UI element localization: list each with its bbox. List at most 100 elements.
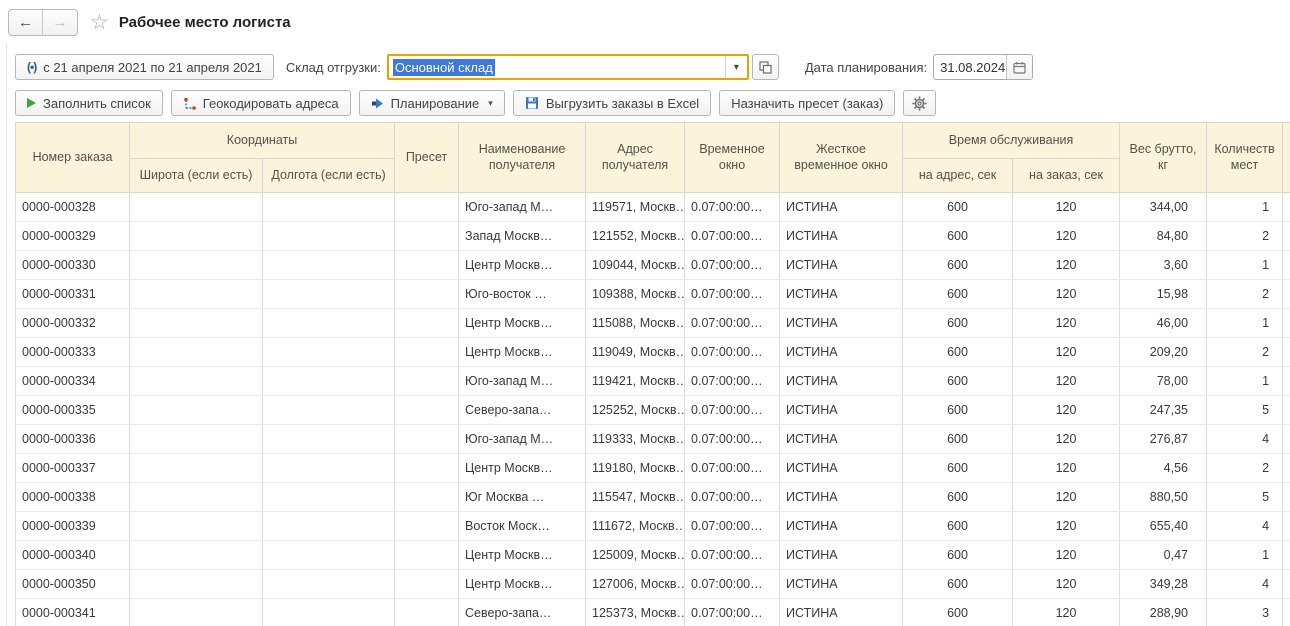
cell-latitude[interactable]: [130, 541, 263, 570]
cell-extra[interactable]: [1283, 338, 1290, 367]
cell-place-count[interactable]: 2: [1207, 338, 1283, 367]
cell-hard-time-window[interactable]: ИСТИНА: [780, 251, 903, 280]
cell-service-per-address[interactable]: 600: [903, 454, 1013, 483]
cell-order-number[interactable]: 0000-000328: [16, 193, 130, 222]
cell-place-count[interactable]: 3: [1207, 599, 1283, 626]
cell-time-window[interactable]: 0.07:00:00…: [685, 483, 780, 512]
cell-recipient-name[interactable]: Северо-запа…: [459, 396, 586, 425]
cell-hard-time-window[interactable]: ИСТИНА: [780, 193, 903, 222]
cell-hard-time-window[interactable]: ИСТИНА: [780, 483, 903, 512]
cell-service-per-address[interactable]: 600: [903, 512, 1013, 541]
cell-longitude[interactable]: [263, 599, 395, 626]
cell-order-number[interactable]: 0000-000335: [16, 396, 130, 425]
cell-gross-weight[interactable]: 3,60: [1120, 251, 1207, 280]
cell-service-per-order[interactable]: 120: [1013, 193, 1120, 222]
table-row[interactable]: 0000-000339 Восток Моск… 111672, Москв… …: [16, 512, 1290, 541]
geocode-button[interactable]: Геокодировать адреса: [171, 90, 351, 116]
cell-service-per-order[interactable]: 120: [1013, 367, 1120, 396]
cell-place-count[interactable]: 1: [1207, 541, 1283, 570]
cell-longitude[interactable]: [263, 425, 395, 454]
cell-order-number[interactable]: 0000-000333: [16, 338, 130, 367]
cell-order-number[interactable]: 0000-000330: [16, 251, 130, 280]
table-row[interactable]: 0000-000329 Запад Москв… 121552, Москв… …: [16, 222, 1290, 251]
cell-place-count[interactable]: 1: [1207, 251, 1283, 280]
cell-place-count[interactable]: 2: [1207, 222, 1283, 251]
cell-service-per-address[interactable]: 600: [903, 425, 1013, 454]
cell-place-count[interactable]: 2: [1207, 280, 1283, 309]
cell-gross-weight[interactable]: 276,87: [1120, 425, 1207, 454]
cell-extra[interactable]: [1283, 570, 1290, 599]
cell-recipient-address[interactable]: 127006, Москв…: [586, 570, 685, 599]
cell-recipient-name[interactable]: Центр Москв…: [459, 541, 586, 570]
cell-recipient-address[interactable]: 125009, Москв…: [586, 541, 685, 570]
cell-order-number[interactable]: 0000-000332: [16, 309, 130, 338]
cell-service-per-order[interactable]: 120: [1013, 512, 1120, 541]
cell-recipient-name[interactable]: Юго-запад М…: [459, 193, 586, 222]
period-button[interactable]: (•) с 21 апреля 2021 по 21 апреля 2021: [15, 54, 274, 80]
export-excel-button[interactable]: Выгрузить заказы в Excel: [513, 90, 711, 116]
cell-latitude[interactable]: [130, 338, 263, 367]
cell-preset[interactable]: [395, 222, 459, 251]
table-row[interactable]: 0000-000332 Центр Москв… 115088, Москв… …: [16, 309, 1290, 338]
cell-hard-time-window[interactable]: ИСТИНА: [780, 425, 903, 454]
cell-latitude[interactable]: [130, 251, 263, 280]
cell-place-count[interactable]: 2: [1207, 454, 1283, 483]
cell-recipient-name[interactable]: Юго-восток …: [459, 280, 586, 309]
cell-place-count[interactable]: 1: [1207, 309, 1283, 338]
cell-service-per-address[interactable]: 600: [903, 222, 1013, 251]
cell-longitude[interactable]: [263, 367, 395, 396]
cell-service-per-address[interactable]: 600: [903, 309, 1013, 338]
cell-preset[interactable]: [395, 483, 459, 512]
cell-longitude[interactable]: [263, 483, 395, 512]
cell-order-number[interactable]: 0000-000329: [16, 222, 130, 251]
cell-place-count[interactable]: 4: [1207, 425, 1283, 454]
cell-time-window[interactable]: 0.07:00:00…: [685, 570, 780, 599]
cell-place-count[interactable]: 4: [1207, 570, 1283, 599]
planning-button[interactable]: Планирование ▾: [359, 90, 505, 116]
cell-time-window[interactable]: 0.07:00:00…: [685, 512, 780, 541]
column-hard-time-window[interactable]: Жесткое временное окно: [780, 123, 903, 193]
cell-service-per-order[interactable]: 120: [1013, 222, 1120, 251]
cell-preset[interactable]: [395, 599, 459, 626]
cell-recipient-address[interactable]: 119421, Москв…: [586, 367, 685, 396]
column-preset[interactable]: Пресет: [395, 123, 459, 193]
cell-order-number[interactable]: 0000-000340: [16, 541, 130, 570]
cell-latitude[interactable]: [130, 425, 263, 454]
cell-recipient-name[interactable]: Центр Москв…: [459, 338, 586, 367]
cell-time-window[interactable]: 0.07:00:00…: [685, 599, 780, 626]
cell-recipient-address[interactable]: 119049, Москв…: [586, 338, 685, 367]
cell-preset[interactable]: [395, 251, 459, 280]
cell-service-per-order[interactable]: 120: [1013, 396, 1120, 425]
cell-time-window[interactable]: 0.07:00:00…: [685, 280, 780, 309]
cell-time-window[interactable]: 0.07:00:00…: [685, 425, 780, 454]
cell-extra[interactable]: [1283, 193, 1290, 222]
cell-time-window[interactable]: 0.07:00:00…: [685, 193, 780, 222]
table-row[interactable]: 0000-000334 Юго-запад М… 119421, Москв… …: [16, 367, 1290, 396]
cell-gross-weight[interactable]: 655,40: [1120, 512, 1207, 541]
cell-extra[interactable]: [1283, 541, 1290, 570]
column-group-coordinates[interactable]: Координаты: [130, 123, 395, 159]
cell-hard-time-window[interactable]: ИСТИНА: [780, 396, 903, 425]
cell-hard-time-window[interactable]: ИСТИНА: [780, 570, 903, 599]
cell-service-per-order[interactable]: 120: [1013, 251, 1120, 280]
cell-recipient-address[interactable]: 119180, Москв…: [586, 454, 685, 483]
cell-time-window[interactable]: 0.07:00:00…: [685, 367, 780, 396]
column-service-per-order[interactable]: на заказ, сек: [1013, 159, 1120, 193]
table-row[interactable]: 0000-000328 Юго-запад М… 119571, Москв… …: [16, 193, 1290, 222]
cell-service-per-order[interactable]: 120: [1013, 570, 1120, 599]
warehouse-open-list-button[interactable]: [752, 54, 779, 80]
column-recipient-address[interactable]: Адрес получателя: [586, 123, 685, 193]
cell-hard-time-window[interactable]: ИСТИНА: [780, 367, 903, 396]
warehouse-input[interactable]: Основной склад ▾: [387, 54, 749, 80]
cell-latitude[interactable]: [130, 222, 263, 251]
cell-service-per-address[interactable]: 600: [903, 570, 1013, 599]
cell-recipient-name[interactable]: Восток Моск…: [459, 512, 586, 541]
cell-longitude[interactable]: [263, 396, 395, 425]
cell-longitude[interactable]: [263, 222, 395, 251]
cell-recipient-address[interactable]: 109388, Москв…: [586, 280, 685, 309]
cell-longitude[interactable]: [263, 512, 395, 541]
cell-gross-weight[interactable]: 288,90: [1120, 599, 1207, 626]
cell-gross-weight[interactable]: 78,00: [1120, 367, 1207, 396]
favorite-star-icon[interactable]: ☆: [90, 12, 109, 33]
cell-order-number[interactable]: 0000-000336: [16, 425, 130, 454]
